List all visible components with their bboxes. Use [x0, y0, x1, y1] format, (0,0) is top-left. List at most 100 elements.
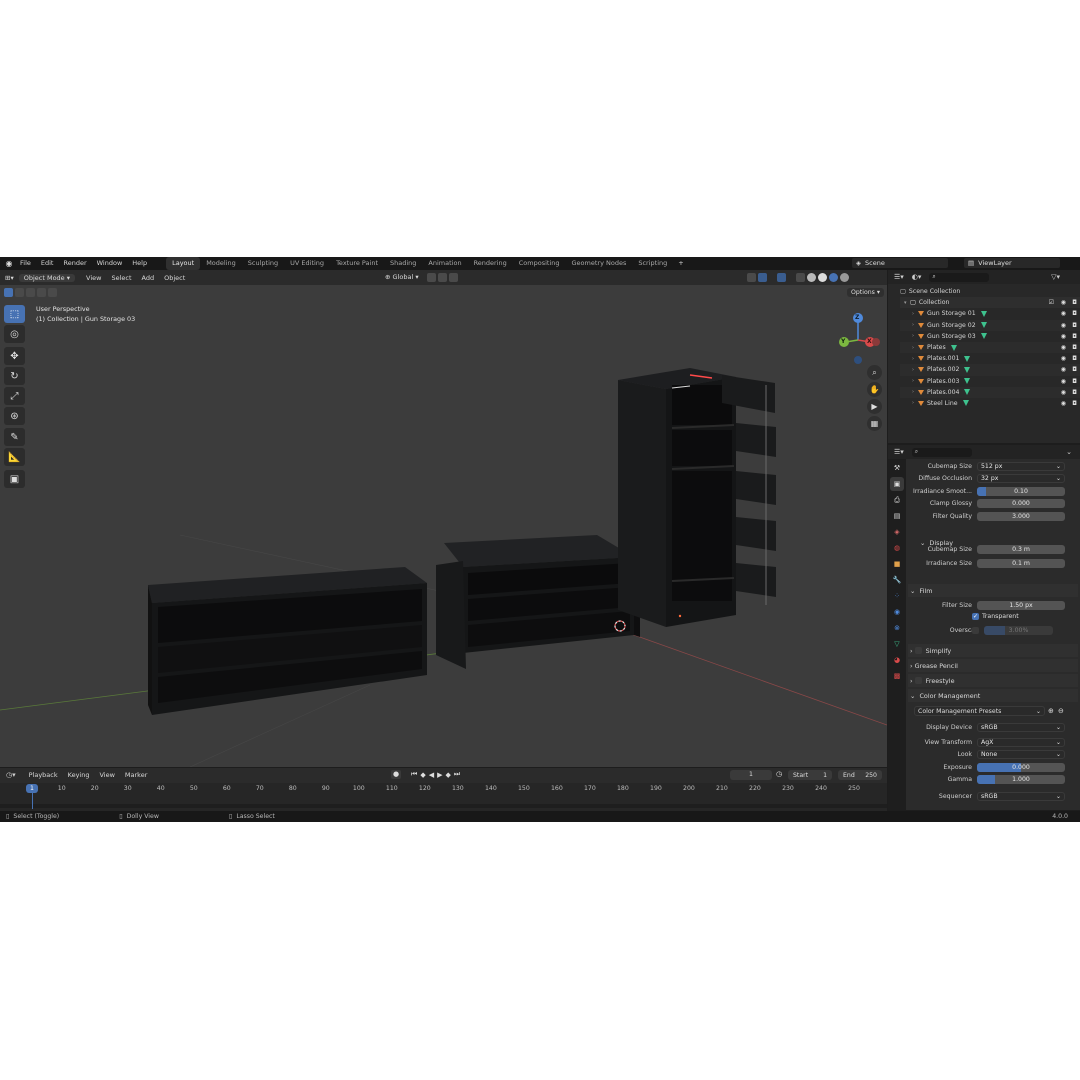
outliner-display-icon[interactable]: ◐▾: [912, 273, 922, 281]
timeline-menu-keying[interactable]: Keying: [63, 771, 95, 779]
overscan-checkbox[interactable]: [972, 627, 979, 634]
rendered-shading-icon[interactable]: [840, 273, 849, 282]
camera-render-icon[interactable]: ◘: [1072, 344, 1077, 351]
object-mode-dropdown[interactable]: Object Mode ▾: [18, 273, 76, 282]
outliner-item[interactable]: › Plates.003 ◉ ◘: [900, 376, 1080, 387]
camera-render-icon[interactable]: ◘: [1072, 310, 1077, 317]
property-field[interactable]: 32 px ⌄: [977, 474, 1065, 484]
stopwatch-icon[interactable]: ◷: [776, 770, 786, 780]
jump-start-icon[interactable]: ⏮: [411, 770, 417, 779]
eye-icon[interactable]: ◉: [1061, 344, 1066, 351]
overscan-field[interactable]: 3.00%: [984, 626, 1053, 635]
property-field[interactable]: AgX ⌄: [977, 738, 1065, 747]
timeline-scrollbar[interactable]: [0, 804, 887, 808]
property-field[interactable]: 0.10: [977, 486, 1065, 496]
camera-render-icon[interactable]: ◘: [1072, 378, 1077, 385]
hand-icon[interactable]: ✋: [867, 382, 882, 397]
workspace-tab-animation[interactable]: Animation: [422, 257, 467, 270]
freestyle-panel-header[interactable]: › Freestyle: [908, 674, 1078, 687]
play-reverse-icon[interactable]: ◀: [429, 771, 434, 779]
3d-viewport[interactable]: ⊞▾ Object Mode ▾ View Select Add Object ⊕ G…: [0, 270, 887, 767]
outliner-item[interactable]: › Gun Storage 02 ◉ ◘: [900, 319, 1080, 331]
view-layer-selector[interactable]: ▤ ViewLayer: [964, 258, 1076, 268]
xray-icon[interactable]: [796, 273, 805, 282]
property-field[interactable]: 0.000: [977, 763, 1065, 772]
simplify-checkbox[interactable]: [914, 647, 922, 654]
proportional-edit-icon[interactable]: [449, 273, 458, 282]
freestyle-checkbox[interactable]: [914, 677, 922, 684]
gizmo-toggle-icon[interactable]: [758, 273, 767, 282]
film-panel-header[interactable]: ⌄ Film: [908, 584, 1078, 597]
eye-icon[interactable]: ◉: [1061, 333, 1066, 340]
scene-collection-row[interactable]: ▢ Scene Collection: [900, 286, 1080, 297]
camera-render-icon[interactable]: ◘: [1072, 299, 1077, 306]
navigation-gizmo[interactable]: Z Y X: [836, 310, 882, 366]
property-field[interactable]: 0.000: [977, 499, 1065, 509]
blender-logo-icon[interactable]: ◉: [3, 257, 15, 270]
menu-edit[interactable]: Edit: [36, 257, 59, 270]
timeline-menu-playback[interactable]: Playback: [24, 771, 63, 779]
camera-render-icon[interactable]: ◘: [1072, 400, 1077, 407]
snap-icon[interactable]: [438, 273, 447, 282]
viewport-menu-add[interactable]: Add: [137, 274, 160, 282]
outliner-item[interactable]: › Plates ◉ ◘: [900, 341, 1080, 354]
wireframe-shading-icon[interactable]: [807, 273, 816, 282]
grease-pencil-panel-header[interactable]: › Grease Pencil: [908, 659, 1078, 672]
collection-row[interactable]: ▾ ▢ Collection ☑ ◉ ◘: [900, 297, 1080, 309]
outliner-item[interactable]: › Steel Line ◉ ◘: [900, 398, 1080, 409]
camera-render-icon[interactable]: ◘: [1072, 322, 1077, 329]
property-field[interactable]: 1.000: [977, 775, 1065, 784]
outliner-item[interactable]: › Gun Storage 01 ◉ ◘: [900, 308, 1080, 319]
add-preset-icon[interactable]: ⊕: [1048, 707, 1054, 715]
overlay-toggle-icon[interactable]: [777, 273, 786, 282]
filter-icon[interactable]: ▽▾: [1051, 273, 1060, 281]
eye-icon[interactable]: ◉: [1061, 366, 1066, 373]
camera-icon[interactable]: ▶: [867, 399, 882, 414]
play-icon[interactable]: ▶: [437, 771, 442, 779]
menu-window[interactable]: Window: [92, 257, 128, 270]
eye-icon[interactable]: ◉: [1061, 310, 1066, 317]
workspace-tab-geometry-nodes[interactable]: Geometry Nodes: [566, 257, 633, 270]
simplify-panel-header[interactable]: › Simplify: [908, 644, 1078, 657]
outliner-item[interactable]: › Plates.004 ◉ ◘: [900, 386, 1080, 398]
eye-icon[interactable]: ◉: [1061, 355, 1066, 362]
remove-preset-icon[interactable]: ⊖: [1058, 707, 1064, 715]
add-workspace-button[interactable]: +: [673, 257, 688, 270]
grid-icon[interactable]: ▦: [867, 416, 882, 431]
zoom-icon[interactable]: ⌕: [867, 365, 882, 380]
visibility-icon[interactable]: [747, 273, 756, 282]
eye-icon[interactable]: ◉: [1061, 389, 1066, 396]
workspace-tab-rendering[interactable]: Rendering: [468, 257, 513, 270]
timeline-editor-icon[interactable]: ◷▾: [6, 771, 16, 779]
workspace-tab-shading[interactable]: Shading: [384, 257, 422, 270]
property-field[interactable]: 0.1 m: [977, 559, 1065, 569]
timeline-menu-view[interactable]: View: [94, 771, 119, 779]
property-field[interactable]: sRGB ⌄: [977, 723, 1065, 732]
workspace-tab-sculpting[interactable]: Sculpting: [242, 257, 284, 270]
timeline-menu-marker[interactable]: Marker: [120, 771, 152, 779]
camera-render-icon[interactable]: ◘: [1072, 366, 1077, 373]
filter-size-field[interactable]: 1.50 px: [977, 601, 1065, 610]
workspace-tab-layout[interactable]: Layout: [166, 257, 201, 270]
checkbox-icon[interactable]: ☑: [1049, 299, 1054, 306]
camera-render-icon[interactable]: ◘: [1072, 333, 1077, 340]
color-presets-dropdown[interactable]: Color Management Presets ⌄: [914, 706, 1045, 716]
viewport-menu-view[interactable]: View: [81, 274, 106, 282]
jump-keyframe-forward-icon[interactable]: ◆: [445, 771, 450, 779]
property-field[interactable]: 512 px ⌄: [977, 462, 1065, 471]
viewport-menu-object[interactable]: Object: [159, 274, 190, 282]
jump-keyframe-back-icon[interactable]: ◆: [420, 771, 425, 779]
current-frame-field[interactable]: 1: [730, 770, 772, 780]
pivot-icon[interactable]: [427, 273, 436, 282]
color-management-panel-header[interactable]: ⌄ Color Management: [908, 689, 1078, 702]
camera-render-icon[interactable]: ◘: [1072, 355, 1077, 362]
jump-end-icon[interactable]: ⏭: [454, 770, 460, 779]
camera-render-icon[interactable]: ◘: [1072, 389, 1077, 396]
end-frame-field[interactable]: End 250: [838, 770, 882, 780]
workspace-tab-uv-editing[interactable]: UV Editing: [284, 257, 330, 270]
eye-icon[interactable]: ◉: [1061, 400, 1066, 407]
property-field[interactable]: 0.3 m: [977, 545, 1065, 554]
outliner-search-input[interactable]: ⌕: [929, 272, 990, 282]
outliner-editor-icon[interactable]: ☰▾: [894, 273, 904, 281]
workspace-tab-modeling[interactable]: Modeling: [200, 257, 242, 270]
